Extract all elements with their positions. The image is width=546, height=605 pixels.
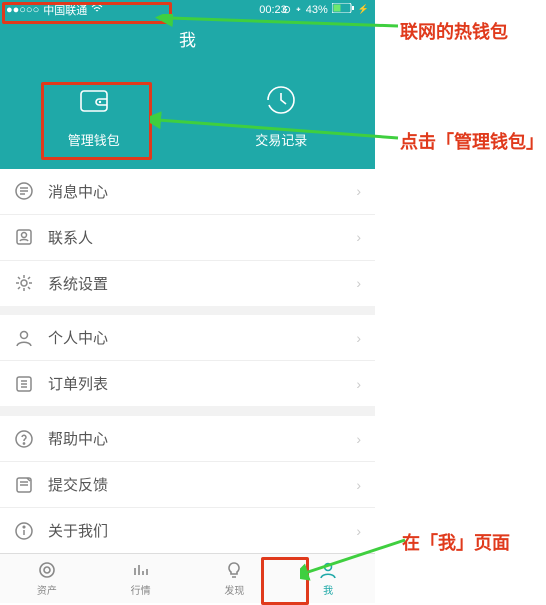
menu-label: 联系人 (48, 227, 93, 248)
menu-label: 消息中心 (48, 181, 108, 202)
bulb-icon (224, 560, 244, 580)
tab-label: 我 (323, 582, 333, 597)
menu-label: 个人中心 (48, 327, 108, 348)
status-bar: ●●○○○ 中国联通 00:23 ⊙ ᛭ 43% ⚡ (0, 0, 375, 20)
bluetooth-icon: ᛭ (295, 4, 302, 16)
chevron-right-icon: › (356, 477, 361, 493)
battery-icon (332, 3, 354, 16)
clock: 00:23 (259, 4, 287, 16)
gear-icon (14, 273, 34, 293)
tx-history-label: 交易记录 (255, 130, 307, 149)
assets-icon (37, 560, 57, 580)
battery-pct: 43% (306, 4, 328, 16)
menu-orders[interactable]: 订单列表 › (0, 361, 375, 406)
manage-wallet-label: 管理钱包 (68, 130, 120, 149)
menu-label: 关于我们 (48, 520, 108, 541)
person-icon (14, 328, 34, 348)
contacts-icon (14, 227, 34, 247)
menu-label: 帮助中心 (48, 428, 108, 449)
help-icon (14, 429, 34, 449)
signal-dots-icon: ●●○○○ (6, 4, 39, 16)
menu-about[interactable]: 关于我们 › (0, 508, 375, 553)
wallet-icon (77, 83, 111, 120)
menu-label: 系统设置 (48, 273, 108, 294)
tx-history-button[interactable]: 交易记录 (255, 83, 307, 149)
chevron-right-icon: › (356, 229, 361, 245)
clock-icon (264, 83, 298, 120)
tab-label: 发现 (224, 582, 244, 597)
menu-profile[interactable]: 个人中心 › (0, 315, 375, 361)
chevron-right-icon: › (356, 330, 361, 346)
menu-feedback[interactable]: 提交反馈 › (0, 462, 375, 508)
tab-market[interactable]: 行情 (94, 554, 188, 603)
list-icon (14, 374, 34, 394)
menu-help[interactable]: 帮助中心 › (0, 416, 375, 462)
annotation-text-3: 在「我」页面 (402, 529, 510, 555)
menu-label: 提交反馈 (48, 474, 108, 495)
tab-label: 资产 (37, 582, 57, 597)
wifi-icon (91, 3, 103, 16)
menu-contacts[interactable]: 联系人 › (0, 215, 375, 261)
menu-settings[interactable]: 系统设置 › (0, 261, 375, 306)
tab-me[interactable]: 我 (281, 554, 375, 603)
annotation-text-1: 联网的热钱包 (400, 18, 508, 44)
annotation-text-2: 点击「管理钱包」 (400, 128, 540, 154)
tab-discover[interactable]: 发现 (188, 554, 282, 603)
carrier-label: 中国联通 (43, 2, 87, 18)
tab-assets[interactable]: 资产 (0, 554, 94, 603)
chevron-right-icon: › (356, 523, 361, 539)
chevron-right-icon: › (356, 275, 361, 291)
menu-messages[interactable]: 消息中心 › (0, 169, 375, 215)
market-icon (131, 560, 151, 580)
menu-label: 订单列表 (48, 373, 108, 394)
me-icon (318, 560, 338, 580)
chevron-right-icon: › (356, 431, 361, 447)
page-title: 我 (0, 20, 375, 55)
feedback-icon (14, 475, 34, 495)
info-icon (14, 521, 34, 541)
header: 我 管理钱包 交易记录 (0, 20, 375, 169)
chevron-right-icon: › (356, 183, 361, 199)
tab-label: 行情 (131, 582, 151, 597)
charging-icon: ⚡ (358, 4, 369, 15)
tab-bar: 资产 行情 发现 我 (0, 553, 375, 603)
chevron-right-icon: › (356, 376, 361, 392)
manage-wallet-button[interactable]: 管理钱包 (68, 83, 120, 149)
message-icon (14, 181, 34, 201)
